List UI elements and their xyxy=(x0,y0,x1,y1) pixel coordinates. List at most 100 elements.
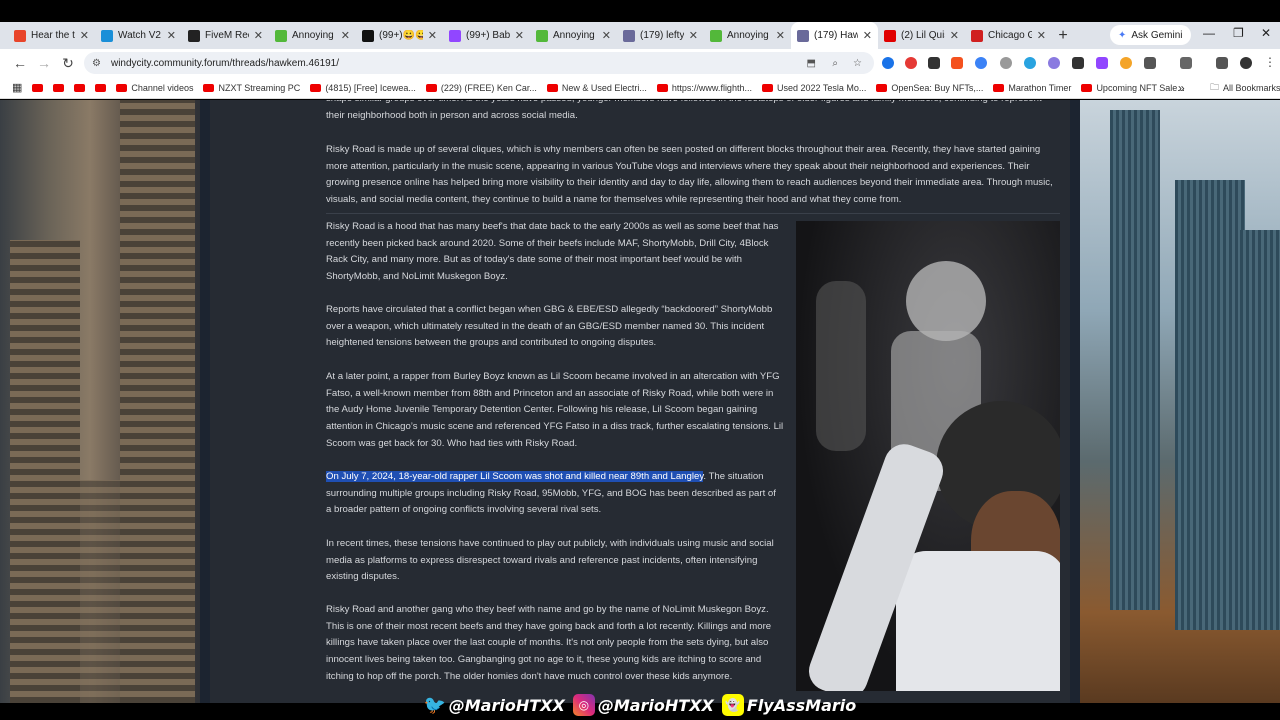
back-arrow-icon[interactable]: ← xyxy=(8,55,32,71)
bookmark-item[interactable]: Marathon Timer xyxy=(993,83,1071,93)
bookmark-label: (229) (FREE) Ken Car... xyxy=(440,82,537,93)
menu-dots-icon[interactable]: ⋮ xyxy=(1264,55,1276,69)
tab-favicon-icon xyxy=(623,29,635,42)
zoom-icon[interactable]: ⌕ xyxy=(832,58,838,69)
extension-icon-5[interactable] xyxy=(975,57,987,69)
tab-title: Watch V2 | xyxy=(118,30,162,41)
tab-title: FiveM Reco xyxy=(205,30,249,41)
extension-icon-10[interactable] xyxy=(1096,57,1108,69)
bookmark-favicon-icon xyxy=(425,83,437,92)
bookmark-label: (4815) [Free] Icewea... xyxy=(325,82,416,93)
browser-tab[interactable]: Watch V2 | ✕ xyxy=(95,22,182,49)
bookmark-label: Used 2022 Tesla Mo... xyxy=(776,82,867,93)
bookmark-favicon-icon xyxy=(203,83,215,92)
paragraph: Risky Road is a hood that has many beef'… xyxy=(326,221,779,283)
paragraph: In recent times, these tensions have con… xyxy=(326,538,774,583)
extension-icon-7[interactable] xyxy=(1024,57,1036,69)
extension-icon-8[interactable] xyxy=(1048,57,1060,69)
tab-close-icon[interactable]: ✕ xyxy=(689,29,698,42)
bookmark-item[interactable]: OpenSea: Buy NFTs,... xyxy=(876,83,983,93)
extension-icon-3[interactable] xyxy=(928,57,940,69)
tab-title: Annoying xyxy=(553,30,595,41)
browser-tab[interactable]: Annoying ✕ xyxy=(269,22,356,49)
close-window-icon[interactable]: ✕ xyxy=(1261,26,1271,40)
browser-tab[interactable]: Annoying ✕ xyxy=(530,22,617,49)
reload-icon[interactable]: ↻ xyxy=(56,55,80,72)
tab-title: (99+) Baby xyxy=(466,30,510,41)
paragraph: Reports have circulated that a conflict … xyxy=(326,304,773,349)
extension-icon-2[interactable] xyxy=(905,57,917,69)
tab-favicon-icon xyxy=(971,29,983,42)
all-bookmarks-button[interactable]: 🗀 All Bookmarks xyxy=(1210,80,1280,96)
bookmark-label: New & Used Electri... xyxy=(561,82,647,93)
bookmark-item[interactable]: https://www.flighth... xyxy=(656,83,752,93)
browser-tab[interactable]: (179) Haw ✕ xyxy=(791,22,878,49)
extension-icon-11[interactable] xyxy=(1120,57,1132,69)
bookmark-youtube-icon[interactable] xyxy=(95,83,107,92)
gemini-icon: ✦ xyxy=(1118,29,1127,41)
tab-title: (2) Lil Quis xyxy=(901,30,945,41)
browser-tab[interactable]: Chicago G ✕ xyxy=(965,22,1052,49)
tab-title: Annoying xyxy=(292,30,334,41)
bookmark-item[interactable]: Channel videos xyxy=(116,83,193,93)
extension-icon-4[interactable] xyxy=(951,57,963,69)
city-background-left xyxy=(0,100,200,703)
browser-tab[interactable]: (179) lefty ✕ xyxy=(617,22,704,49)
bookmark-item[interactable]: NZXT Streaming PC xyxy=(203,83,300,93)
bookmark-youtube-icon[interactable] xyxy=(74,83,86,92)
bookmark-item[interactable]: Upcoming NFT Sale... xyxy=(1081,82,1185,93)
tab-close-icon[interactable]: ✕ xyxy=(776,29,785,42)
browser-tab[interactable]: (2) Lil Quis ✕ xyxy=(878,22,965,49)
install-icon[interactable]: ⬒ xyxy=(807,58,816,69)
extensions-puzzle-icon[interactable] xyxy=(1144,57,1156,69)
bookmark-item[interactable]: (229) (FREE) Ken Car... xyxy=(425,82,537,93)
bookmarks-overflow-icon[interactable]: » xyxy=(1178,81,1185,95)
paragraph: Risky Road is made up of several cliques… xyxy=(326,144,1053,206)
minimize-icon[interactable]: — xyxy=(1203,26,1215,40)
tab-favicon-icon xyxy=(797,29,809,42)
instagram-handle: ◎ @MarioHTXX xyxy=(572,694,714,716)
browser-toolbar: ← → ↻ ⚙ windycity.community.forum/thread… xyxy=(0,49,1280,77)
tab-title: Annoying xyxy=(727,30,769,41)
tab-close-icon[interactable]: ✕ xyxy=(863,29,872,42)
sidepanel-icon[interactable] xyxy=(1180,57,1192,69)
tab-close-icon[interactable]: ✕ xyxy=(428,29,437,42)
bookmark-favicon-icon xyxy=(993,83,1005,92)
extension-icon-6[interactable] xyxy=(1000,57,1012,69)
downloads-icon[interactable] xyxy=(1216,57,1228,69)
bookmark-item[interactable]: Used 2022 Tesla Mo... xyxy=(761,82,867,93)
bookmark-youtube-icon[interactable] xyxy=(32,83,44,92)
bookmarks-bar: ▦ Channel videos NZXT Streaming PC (4815) … xyxy=(0,77,1280,99)
forward-arrow-icon[interactable]: → xyxy=(32,55,56,71)
ask-gemini-button[interactable]: ✦ Ask Gemini xyxy=(1110,25,1191,45)
tab-close-icon[interactable]: ✕ xyxy=(515,29,524,42)
tab-close-icon[interactable]: ✕ xyxy=(80,29,89,42)
tab-close-icon[interactable]: ✕ xyxy=(602,29,611,42)
browser-tab[interactable]: Annoying ✕ xyxy=(704,22,791,49)
tab-title: Hear the tr xyxy=(31,30,75,41)
site-info-icon[interactable]: ⚙ xyxy=(92,58,101,69)
bookmark-item[interactable]: (4815) [Free] Icewea... xyxy=(310,83,416,93)
tab-close-icon[interactable]: ✕ xyxy=(341,29,350,42)
tab-close-icon[interactable]: ✕ xyxy=(254,29,263,42)
bookmark-label: Upcoming NFT Sale... xyxy=(1096,82,1185,93)
bookmark-star-icon[interactable]: ☆ xyxy=(853,58,862,69)
extension-icon-1[interactable] xyxy=(882,57,894,69)
snapchat-handle: 👻 FlyAssMario xyxy=(721,694,856,716)
bookmark-youtube-icon[interactable] xyxy=(53,83,65,92)
new-tab-button[interactable]: + xyxy=(1052,27,1074,45)
bookmark-item[interactable]: New & Used Electri... xyxy=(546,82,647,93)
browser-tab[interactable]: (99+)😀😀 ✕ xyxy=(356,22,443,49)
maximize-icon[interactable]: ❐ xyxy=(1233,26,1244,40)
address-bar[interactable]: ⚙ windycity.community.forum/threads/hawk… xyxy=(84,52,874,74)
tab-close-icon[interactable]: ✕ xyxy=(950,29,959,42)
tab-close-icon[interactable]: ✕ xyxy=(167,29,176,42)
browser-tab[interactable]: FiveM Reco ✕ xyxy=(182,22,269,49)
tab-favicon-icon xyxy=(710,29,722,42)
profile-avatar-icon[interactable] xyxy=(1240,57,1252,69)
tab-close-icon[interactable]: ✕ xyxy=(1037,29,1046,42)
browser-tab[interactable]: Hear the tr ✕ xyxy=(8,22,95,49)
apps-grid-icon[interactable]: ▦ xyxy=(12,81,22,94)
extension-icon-9[interactable] xyxy=(1072,57,1084,69)
browser-tab[interactable]: (99+) Baby ✕ xyxy=(443,22,530,49)
